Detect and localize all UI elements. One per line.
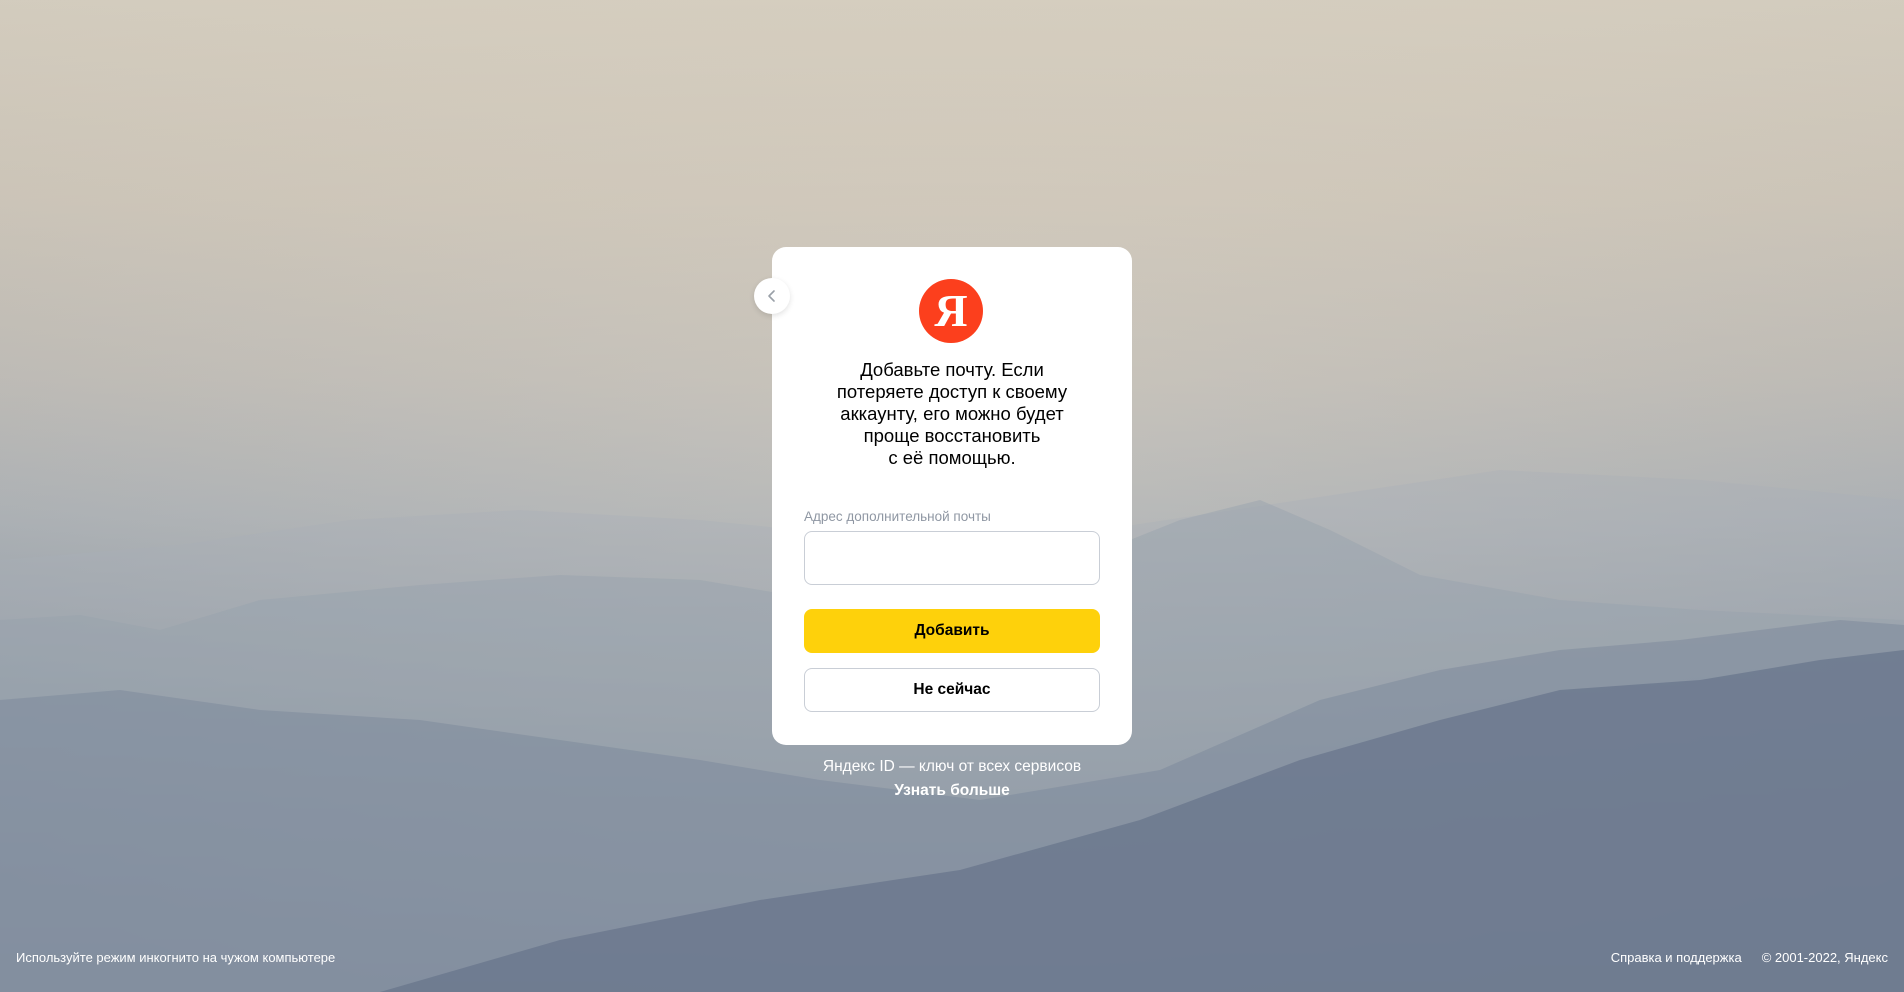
footer-links: Справка и поддержка © 2001-2022, Яндекс bbox=[1611, 950, 1888, 965]
not-now-button[interactable]: Не сейчас bbox=[804, 668, 1100, 712]
yandex-id-promo-text: Яндекс ID — ключ от всех сервисов bbox=[822, 758, 1082, 775]
incognito-hint: Используйте режим инкогнито на чужом ком… bbox=[16, 950, 336, 965]
add-button[interactable]: Добавить bbox=[804, 609, 1100, 653]
learn-more-link[interactable]: Узнать больше bbox=[772, 782, 1132, 800]
help-support-link[interactable]: Справка и поддержка bbox=[1611, 950, 1742, 965]
add-email-headline: Добавьте почту. Если потеряете доступ к … bbox=[836, 359, 1068, 468]
back-button[interactable] bbox=[754, 278, 790, 314]
copyright-text: © 2001-2022, Яндекс bbox=[1761, 950, 1888, 965]
email-field[interactable] bbox=[804, 531, 1100, 585]
yandex-logo-icon: Я bbox=[919, 279, 983, 343]
email-field-label: Адрес дополнительной почты bbox=[804, 509, 991, 524]
add-email-card: Я Добавьте почту. Если потеряете доступ … bbox=[772, 247, 1132, 745]
chevron-left-icon bbox=[768, 290, 775, 302]
